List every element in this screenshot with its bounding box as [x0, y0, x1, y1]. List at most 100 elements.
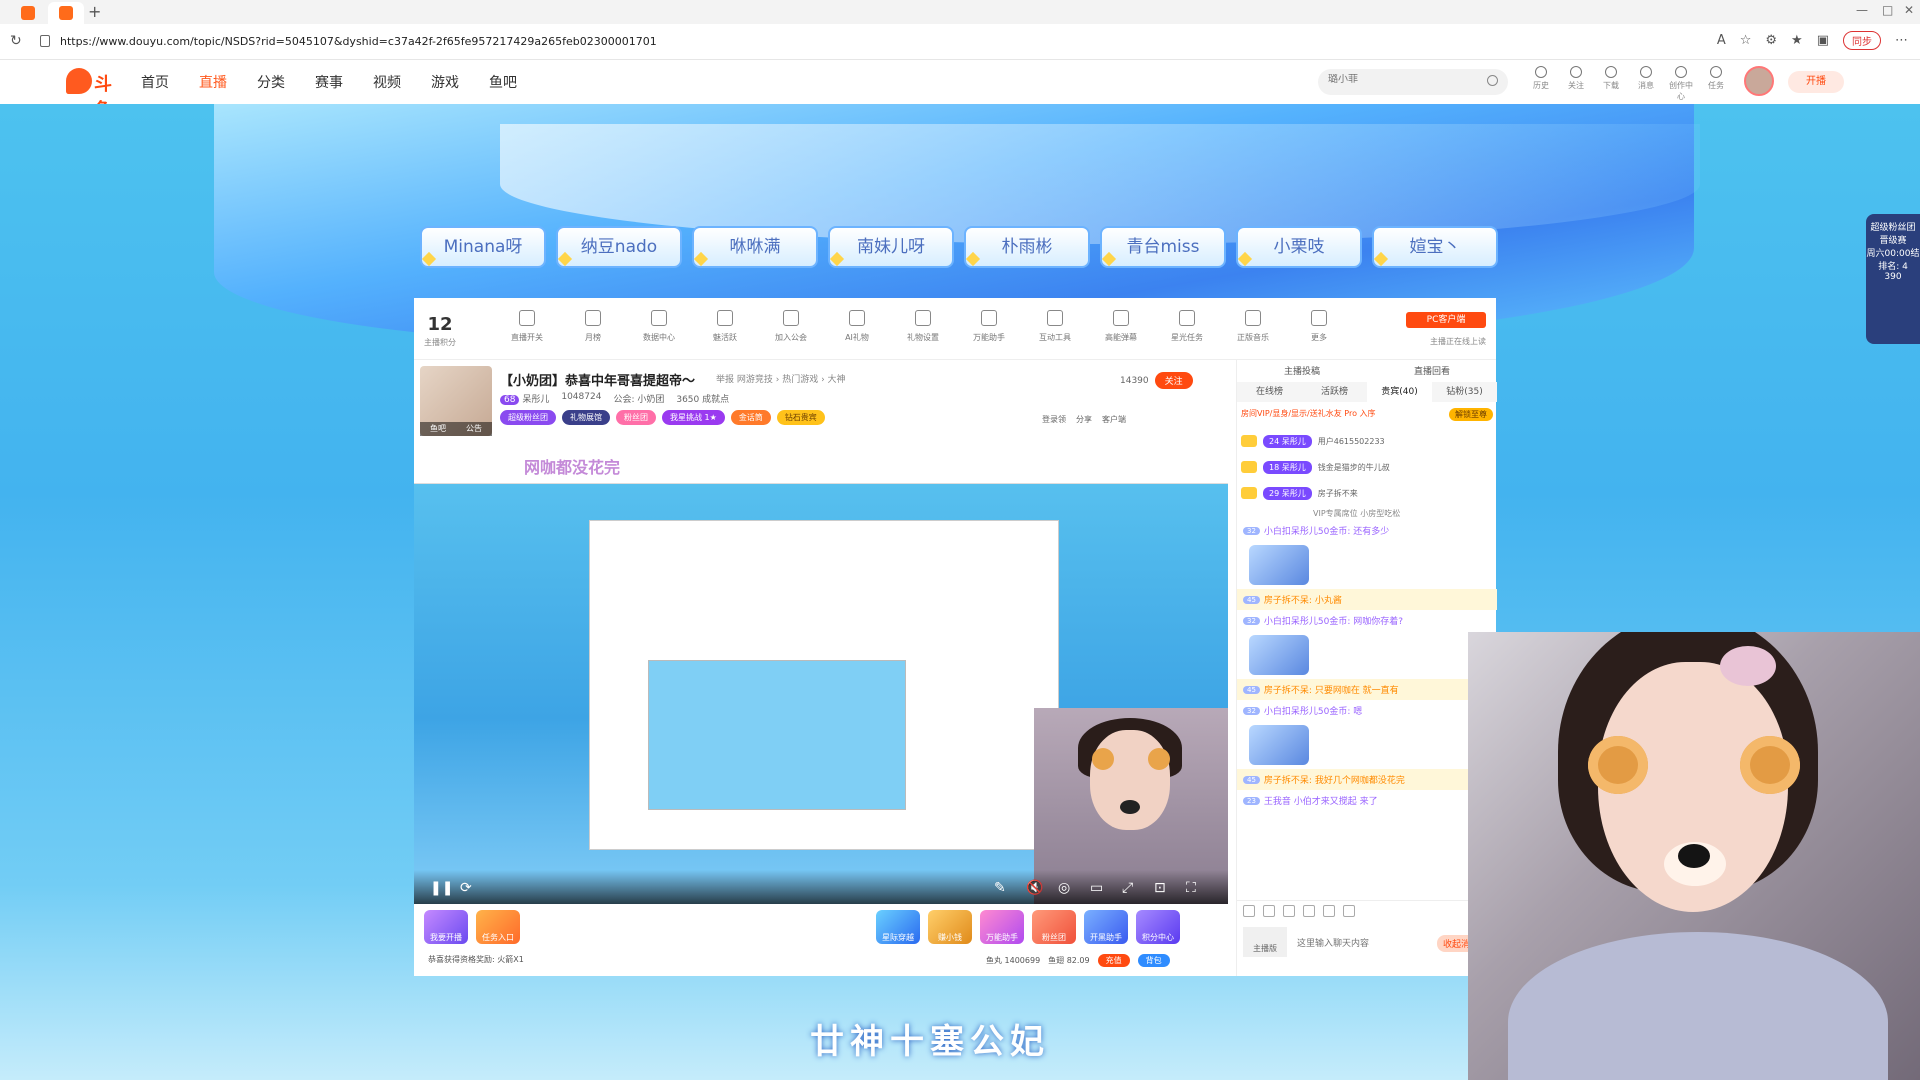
recharge-button[interactable]: 充值 — [1097, 954, 1130, 967]
gift-points[interactable]: 积分中心 — [1136, 910, 1180, 944]
tool-danmu[interactable]: 高能弹幕 — [1088, 308, 1154, 343]
maximize-icon[interactable]: □ — [1882, 3, 1893, 17]
pause-icon[interactable]: ❚❚ — [430, 880, 453, 896]
tool-activity[interactable]: 魅活跃 — [692, 308, 758, 343]
tool-star-task[interactable]: 星光任务 — [1154, 308, 1220, 343]
browser-tab-active[interactable] — [48, 2, 84, 24]
nav-video[interactable]: 视频 — [373, 72, 401, 92]
browser-tab[interactable] — [10, 2, 46, 24]
gift-team-up[interactable]: 开黑助手 — [1084, 910, 1128, 944]
anchor-tag[interactable]: 纳豆nado — [556, 226, 682, 268]
login-reward-button[interactable]: 登录领 — [1042, 414, 1066, 425]
nav-live[interactable]: 直播 — [199, 72, 227, 92]
tool-more[interactable]: 更多 — [1286, 308, 1352, 343]
search-icon[interactable] — [1487, 75, 1498, 86]
settings-icon[interactable] — [1343, 905, 1355, 917]
gift-earn[interactable]: 赚小钱 — [928, 910, 972, 944]
anchor-tag[interactable]: 咻咻满 — [692, 226, 818, 268]
gift-star-travel[interactable]: 星际穿越 — [876, 910, 920, 944]
tool-gift-settings[interactable]: 礼物设置 — [890, 308, 956, 343]
favorite-star-icon[interactable]: ☆ — [1740, 33, 1752, 48]
chat-input[interactable] — [1297, 927, 1437, 959]
megaphone-icon[interactable] — [1263, 905, 1275, 917]
collections-icon[interactable]: ▣ — [1817, 33, 1829, 48]
badge-diamond[interactable]: 钻石贵宾 — [776, 410, 825, 425]
messages-button[interactable]: 消息 — [1633, 66, 1659, 102]
tab-diamond[interactable]: 钻粉(35) — [1432, 382, 1497, 402]
nav-category[interactable]: 分类 — [257, 72, 285, 92]
anchor-tag[interactable]: Minana呀 — [420, 226, 546, 268]
tasks-button[interactable]: 任务 — [1703, 66, 1729, 102]
crown-tool-icon[interactable] — [1283, 905, 1295, 917]
task-entry[interactable]: 任务入口 — [476, 910, 520, 944]
video-player[interactable]: 网咖都没花完 ❚❚ ⟳ ✎ 🔇 ◎ ▭ ⤢ ⊡ ⛶ — [414, 440, 1228, 904]
anchor-tag[interactable]: 朴雨彬 — [964, 226, 1090, 268]
refresh-icon[interactable]: ⟳ — [460, 880, 472, 896]
user-avatar[interactable] — [1744, 66, 1774, 96]
rank-row[interactable]: 18 呆彤儿 钱金是猫步的牛儿叔 — [1241, 454, 1493, 480]
edit-icon[interactable]: ✎ — [994, 880, 1006, 896]
reload-icon[interactable]: ↻ — [10, 33, 22, 49]
streamer-mode-button[interactable]: 主播版 — [1243, 927, 1287, 957]
sync-button[interactable]: 同步 — [1843, 31, 1881, 50]
room-cover[interactable]: 鱼吧 公告 — [420, 366, 492, 436]
new-tab-icon[interactable]: + — [88, 2, 101, 21]
rank-row[interactable]: 29 呆彤儿 房子拆不来 — [1241, 480, 1493, 506]
badge-star-challenge[interactable]: 我星挑战 1★ — [662, 410, 725, 425]
douyu-logo[interactable]: 斗鱼 — [66, 68, 128, 121]
nav-games[interactable]: 游戏 — [431, 72, 459, 92]
badge-super-fans[interactable]: 超级粉丝团 — [500, 410, 556, 425]
lock-icon[interactable] — [40, 35, 50, 47]
pip-icon[interactable]: ▭ — [1090, 880, 1103, 896]
client-button[interactable]: 客户端 — [1102, 414, 1126, 425]
history-button[interactable]: 历史 — [1528, 66, 1554, 102]
nav-events[interactable]: 赛事 — [315, 72, 343, 92]
webfullscreen-icon[interactable]: ⊡ — [1154, 880, 1166, 896]
gift-tool-icon[interactable] — [1323, 905, 1335, 917]
read-aloud-icon[interactable]: A — [1717, 33, 1726, 48]
tab-online[interactable]: 在线榜 — [1237, 382, 1302, 402]
bag-button[interactable]: 背包 — [1137, 954, 1170, 967]
unlock-button[interactable]: 解锁至尊 — [1449, 408, 1493, 421]
close-icon[interactable]: ✕ — [1904, 3, 1914, 17]
fan-promotion-widget[interactable]: 超级粉丝团 晋级赛 周六00:00结 排名: 4 390 — [1866, 214, 1920, 344]
start-stream-entry[interactable]: 我要开播 — [424, 910, 468, 944]
tool-stream-switch[interactable]: 直播开关 — [494, 308, 560, 343]
tool-data-center[interactable]: 数据中心 — [626, 308, 692, 343]
download-button[interactable]: 下载 — [1598, 66, 1624, 102]
fullscreen-icon[interactable]: ⛶ — [1186, 880, 1196, 896]
nav-fishbar[interactable]: 鱼吧 — [489, 72, 517, 92]
search-input[interactable] — [1328, 74, 1478, 85]
tool-monthly-rank[interactable]: 月榜 — [560, 308, 626, 343]
extensions-icon[interactable]: ⚙ — [1765, 33, 1777, 48]
streamer-name[interactable]: 呆彤儿 — [522, 395, 549, 405]
creator-button[interactable]: 创作中心 — [1668, 66, 1694, 102]
level-indicator[interactable]: 12 主播积分 — [424, 314, 456, 348]
share-button[interactable]: 分享 — [1076, 414, 1092, 425]
minimize-icon[interactable]: — — [1856, 3, 1868, 17]
tool-interact[interactable]: 互动工具 — [1022, 308, 1088, 343]
gift-assistant[interactable]: 万能助手 — [980, 910, 1024, 944]
more-icon[interactable]: ⋯ — [1895, 33, 1908, 48]
anchor-tag[interactable]: 媗宝丶 — [1372, 226, 1498, 268]
replay-link[interactable]: 直播回看 — [1414, 364, 1450, 380]
nav-home[interactable]: 首页 — [141, 72, 169, 92]
pc-client-button[interactable]: PC客户端 — [1406, 312, 1486, 328]
guild-link[interactable]: 公会: 小奶团 — [613, 392, 664, 405]
anchor-tag[interactable]: 小栗吱 — [1236, 226, 1362, 268]
badge-gift-hall[interactable]: 礼物展馆 — [562, 410, 610, 425]
tool-ai-gift[interactable]: AI礼物 — [824, 308, 890, 343]
emoji-icon[interactable] — [1243, 905, 1255, 917]
start-stream-button[interactable]: 开播 — [1788, 71, 1844, 93]
quality-icon[interactable]: ◎ — [1058, 880, 1070, 896]
favorites-icon[interactable]: ★ — [1791, 33, 1803, 48]
tool-assistant[interactable]: 万能助手 — [956, 308, 1022, 343]
anchor-tag[interactable]: 南妹儿呀 — [828, 226, 954, 268]
widescreen-icon[interactable]: ⤢ — [1122, 880, 1133, 896]
url-text[interactable]: https://www.douyu.com/topic/NSDS?rid=504… — [60, 35, 657, 48]
tool-join-guild[interactable]: 加入公会 — [758, 308, 824, 343]
tab-active[interactable]: 活跃榜 — [1302, 382, 1367, 402]
submit-link[interactable]: 主播投稿 — [1284, 364, 1320, 380]
follow-button[interactable]: 关注 — [1154, 372, 1193, 389]
follow-button[interactable]: 关注 — [1563, 66, 1589, 102]
